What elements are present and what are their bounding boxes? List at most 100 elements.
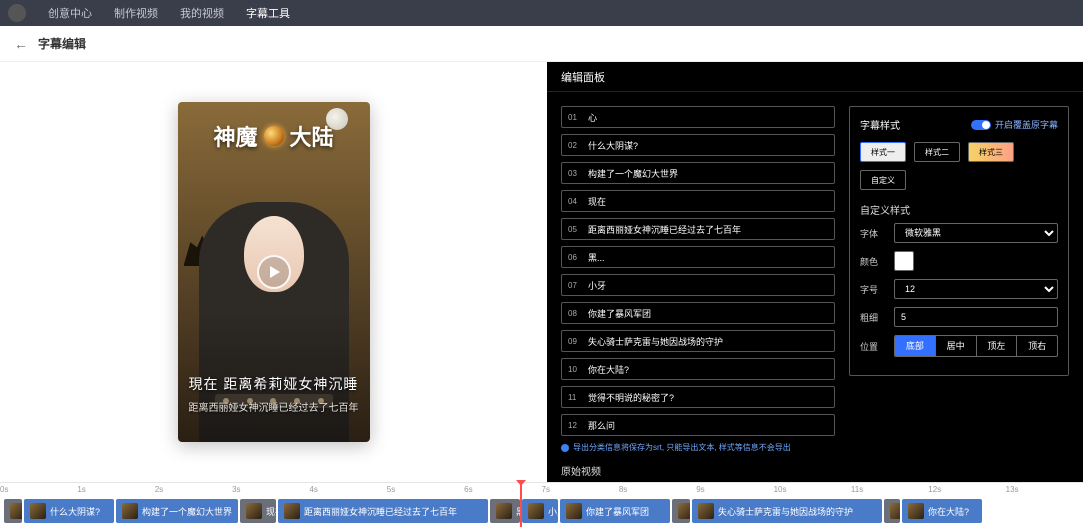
style-options: 样式一样式二样式三自定义 [860,142,1058,190]
orig-section-title: 原始视频 [561,463,835,478]
clip-thumb [122,503,138,519]
page-title: 字幕编辑 [38,35,86,52]
clip-thumb [496,503,512,519]
subtitle-row[interactable]: 07 小牙 [561,274,835,296]
font-label: 字体 [860,227,886,240]
timeline-clip[interactable] [884,499,900,523]
clip-label: 距离西丽娅女神沉睡已经过去了七百年 [304,505,457,518]
subtitle-index: 11 [568,393,582,402]
subtitle-row[interactable]: 05距离西丽娅女神沉睡已经过去了七百年 [561,218,835,240]
subtitle-row[interactable]: 02什么大阴谋? [561,134,835,156]
clip-label: 小牙 [548,505,558,518]
app-logo [8,4,26,22]
size-select[interactable]: 12 [894,279,1058,299]
timeline-clip[interactable]: 构建了一个魔幻大世界 [116,499,238,523]
subtitle-index: 07 [568,281,582,290]
position-segmented[interactable]: 底部居中顶左顶右 [894,335,1058,357]
subtitle-row[interactable]: 12那么问 [561,414,835,436]
timeline-clip[interactable] [672,499,690,523]
subtitle-text: 小牙 [588,279,606,292]
subtitle-row[interactable]: 03构建了一个魔幻大世界 [561,162,835,184]
clip-label: 失心骑士萨克雷与她因战场的守护 [718,505,853,518]
nav-tab[interactable]: 我的视频 [180,5,224,21]
color-swatch[interactable] [894,251,914,271]
position-label: 位置 [860,340,886,353]
timeline-clip[interactable]: 心 [4,499,22,523]
position-option[interactable]: 顶右 [1017,336,1057,356]
subtitle-text: 心 [588,111,597,124]
subtitle-index: 03 [568,169,582,178]
playhead[interactable] [520,483,522,527]
clip-thumb [30,503,46,519]
subtitle-row[interactable]: 09失心骑士萨克雷与她因战场的守护 [561,330,835,352]
ruler-tick: 9s [696,485,704,494]
toggle-switch-icon [971,120,991,130]
top-nav: 创意中心 制作视频 我的视频 字幕工具 [0,0,1083,26]
style-option[interactable]: 样式三 [968,142,1014,162]
ruler-tick: 11s [851,485,863,494]
clip-thumb [566,503,582,519]
back-button[interactable]: ← [14,36,28,52]
subtitle-text: 距离西丽娅女神沉睡已经过去了七百年 [588,223,741,236]
ruler-tick: 0s [0,485,8,494]
ruler-tick: 13s [1006,485,1019,494]
subtitle-row[interactable]: 01心 [561,106,835,128]
export-tip: 导出分类信息将保存为srt, 只能导出文本, 样式等信息不会导出 [561,442,835,453]
clip-thumb [246,503,262,519]
timeline-clip[interactable]: 现在 [240,499,276,523]
subtitle-row[interactable]: 04现在 [561,190,835,212]
orb-icon [264,126,284,146]
clip-label: 你建了暴风军团 [586,505,649,518]
subtitle-text: 现在 [588,195,606,208]
override-toggle[interactable]: 开启覆盖原字幕 [971,118,1058,131]
toggle-label: 开启覆盖原字幕 [995,118,1058,131]
subtitle-row[interactable]: 10你在大陆? [561,358,835,380]
ruler-tick: 3s [232,485,240,494]
subtitle-index: 08 [568,309,582,318]
subtitle-row[interactable]: 06黑... [561,246,835,268]
ruler-tick: 10s [774,485,787,494]
nav-tab[interactable]: 字幕工具 [246,5,290,21]
clip-thumb [10,503,22,519]
size-label: 字号 [860,283,886,296]
clip-label: 你在大陆? [928,505,969,518]
ruler-tick: 12s [928,485,941,494]
clip-thumb [528,503,544,519]
nav-tab[interactable]: 创意中心 [48,5,92,21]
timeline-clip[interactable]: 小牙 [522,499,558,523]
position-option[interactable]: 顶左 [977,336,1018,356]
style-option[interactable]: 样式一 [860,142,906,162]
clip-thumb [908,503,924,519]
logo-text-right: 大陆 [290,120,334,152]
subtitle-text: 那么问 [588,419,615,432]
position-option[interactable]: 底部 [895,336,936,356]
subtitle-row[interactable]: 11觉得不明说的秘密了? [561,386,835,408]
clip-thumb [678,503,690,519]
subtitle-index: 06 [568,253,582,262]
weight-input[interactable] [894,307,1058,327]
timeline-clip[interactable]: 什么大阴谋? [24,499,114,523]
timeline-clip[interactable]: 失心骑士萨克雷与她因战场的守护 [692,499,882,523]
timeline-clip[interactable]: 你建了暴风军团 [560,499,670,523]
play-button[interactable] [257,255,291,289]
nav-tab[interactable]: 制作视频 [114,5,158,21]
custom-heading: 自定义样式 [860,202,1058,217]
ruler-tick: 4s [309,485,317,494]
timeline-clip[interactable]: 你在大陆? [902,499,982,523]
style-option[interactable]: 自定义 [860,170,906,190]
video-title-logo: 神魔 大陆 [178,120,370,152]
clip-label: 构建了一个魔幻大世界 [142,505,232,518]
video-preview[interactable]: 神魔 大陆 現在 距离希莉娅女神沉睡 距离西丽娅女神沉睡已经过去了七百年 [178,102,370,442]
subtitle-list: 01心 02什么大阴谋? 03构建了一个魔幻大世界 04现在 05距离西丽娅女神沉睡已经… [561,106,835,436]
clip-track[interactable]: 心什么大阴谋? 构建了一个魔幻大世界 现在 距离西丽娅女神沉睡已经过去了七百年 黑...… [0,499,1083,523]
timeline-clip[interactable]: 黑... [490,499,520,523]
font-select[interactable]: 微软雅黑 [894,223,1058,243]
timeline-clip[interactable]: 距离西丽娅女神沉睡已经过去了七百年 [278,499,488,523]
style-option[interactable]: 样式二 [914,142,960,162]
ruler-tick: 6s [464,485,472,494]
sub-header: ← 字幕编辑 [0,26,1083,62]
clip-label: 现在 [266,505,276,518]
subtitle-row[interactable]: 08你建了暴风军团 [561,302,835,324]
timeline[interactable]: 0s1s2s3s4s5s6s7s8s9s10s11s12s13s14s 心什么大… [0,482,1083,527]
position-option[interactable]: 居中 [936,336,977,356]
